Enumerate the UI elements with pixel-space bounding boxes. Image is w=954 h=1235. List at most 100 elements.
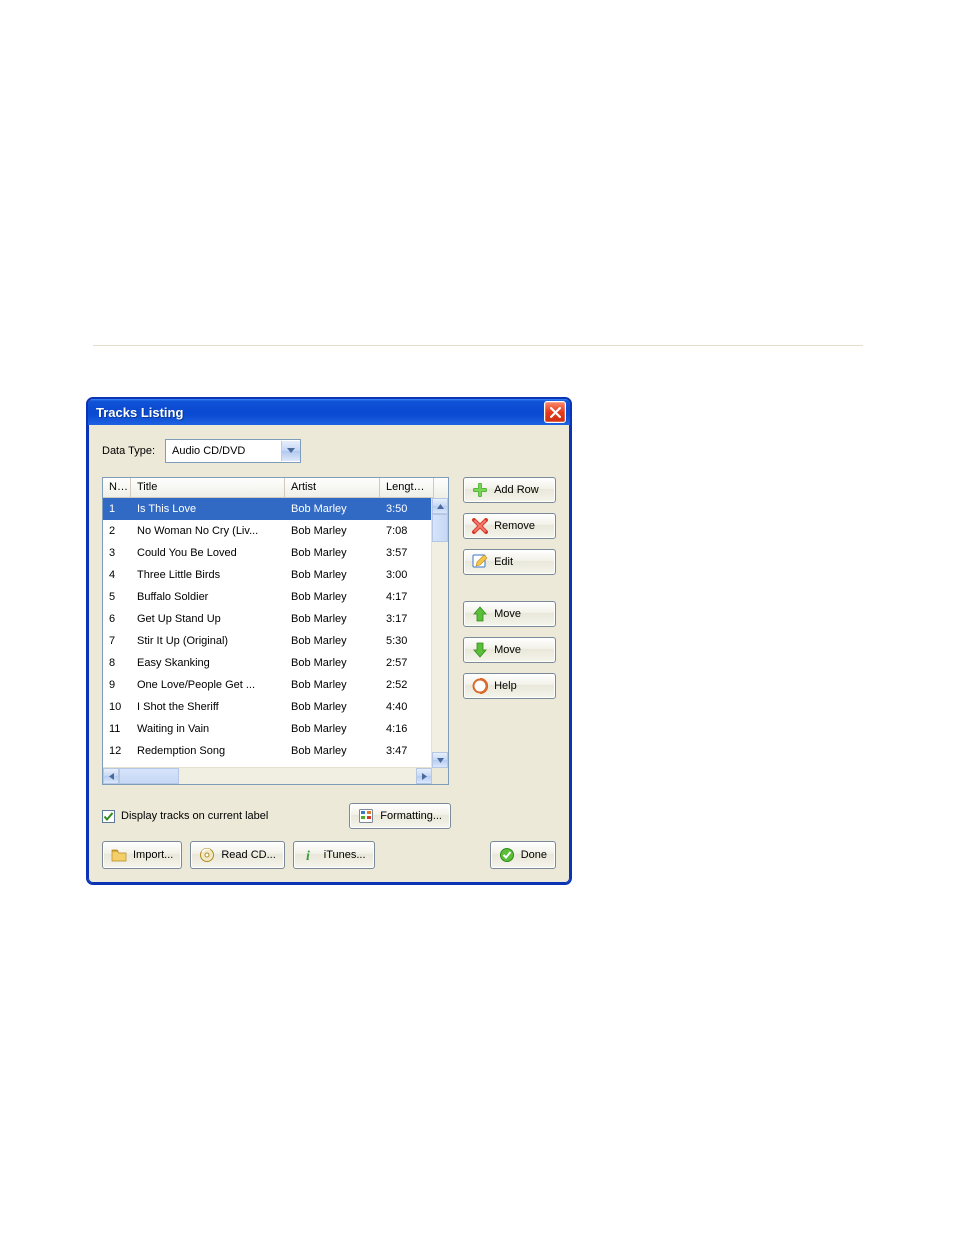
column-header-title[interactable]: Title <box>131 478 285 498</box>
cell-number: 4 <box>103 569 131 581</box>
horizontal-rule <box>93 345 863 346</box>
table-row[interactable]: 10I Shot the SheriffBob Marley4:40 <box>103 696 448 718</box>
cell-length: 2:52 <box>380 679 434 691</box>
side-buttons: Add Row Remove Edit Move Move <box>463 477 556 699</box>
svg-text:i: i <box>306 849 310 863</box>
button-label: Move <box>494 608 521 620</box>
dialog-title: Tracks Listing <box>96 405 183 420</box>
table-row[interactable]: 1Is This LoveBob Marley3:50 <box>103 498 448 520</box>
cell-artist: Bob Marley <box>285 723 380 735</box>
cell-title: I Shot the Sheriff <box>131 701 285 713</box>
remove-button[interactable]: Remove <box>463 513 556 539</box>
display-tracks-checkbox[interactable]: Display tracks on current label <box>102 810 268 823</box>
scroll-left-button[interactable] <box>103 768 119 784</box>
cell-length: 3:17 <box>380 613 434 625</box>
button-label: Import... <box>133 849 173 861</box>
arrow-down-icon <box>437 758 444 763</box>
arrow-up-icon <box>437 504 444 509</box>
move-up-button[interactable]: Move <box>463 601 556 627</box>
scroll-down-button[interactable] <box>432 752 448 768</box>
arrow-left-icon <box>109 773 114 780</box>
table-row[interactable]: 4Three Little BirdsBob Marley3:00 <box>103 564 448 586</box>
table-row[interactable]: 3Could You Be LovedBob Marley3:57 <box>103 542 448 564</box>
import-button[interactable]: Import... <box>102 841 182 869</box>
table-row[interactable]: 12Redemption SongBob Marley3:47 <box>103 740 448 762</box>
close-button[interactable] <box>544 401 566 423</box>
done-button[interactable]: Done <box>490 841 556 869</box>
cell-length: 7:08 <box>380 525 434 537</box>
table-row[interactable]: 7Stir It Up (Original)Bob Marley5:30 <box>103 630 448 652</box>
edit-button[interactable]: Edit <box>463 549 556 575</box>
move-down-button[interactable]: Move <box>463 637 556 663</box>
sort-asc-icon <box>425 484 432 489</box>
table-row[interactable]: 5Buffalo SoldierBob Marley4:17 <box>103 586 448 608</box>
cell-length: 4:17 <box>380 591 434 603</box>
chevron-down-icon <box>281 441 300 461</box>
scroll-corner <box>432 768 448 784</box>
column-header-number[interactable]: N... <box>103 478 131 498</box>
cell-title: Stir It Up (Original) <box>131 635 285 647</box>
itunes-button[interactable]: i iTunes... <box>293 841 375 869</box>
arrow-up-icon <box>472 606 488 622</box>
titlebar[interactable]: Tracks Listing <box>88 399 570 425</box>
cell-artist: Bob Marley <box>285 503 380 515</box>
cell-title: No Woman No Cry (Liv... <box>131 525 285 537</box>
cell-artist: Bob Marley <box>285 547 380 559</box>
data-type-value: Audio CD/DVD <box>172 445 245 457</box>
table-row[interactable]: 2No Woman No Cry (Liv...Bob Marley7:08 <box>103 520 448 542</box>
data-type-combobox[interactable]: Audio CD/DVD <box>165 439 301 463</box>
help-button[interactable]: Help <box>463 673 556 699</box>
button-label: Formatting... <box>380 810 442 822</box>
scroll-thumb[interactable] <box>432 514 448 542</box>
table-row[interactable]: 11Waiting in VainBob Marley4:16 <box>103 718 448 740</box>
checkbox-icon <box>102 810 115 823</box>
cell-artist: Bob Marley <box>285 657 380 669</box>
scroll-right-button[interactable] <box>416 768 432 784</box>
cell-length: 2:57 <box>380 657 434 669</box>
tracks-table[interactable]: N... Title Artist Length 1Is This LoveBo… <box>102 477 449 785</box>
add-row-button[interactable]: Add Row <box>463 477 556 503</box>
table-header[interactable]: N... Title Artist Length <box>103 478 448 498</box>
cell-title: Buffalo Soldier <box>131 591 285 603</box>
cell-title: Easy Skanking <box>131 657 285 669</box>
cell-length: 4:16 <box>380 723 434 735</box>
read-cd-button[interactable]: Read CD... <box>190 841 284 869</box>
button-label: Help <box>494 680 517 692</box>
cell-number: 7 <box>103 635 131 647</box>
formatting-icon <box>358 808 374 824</box>
checkbox-label: Display tracks on current label <box>121 810 268 822</box>
cell-artist: Bob Marley <box>285 679 380 691</box>
close-icon <box>550 407 561 418</box>
cell-title: Three Little Birds <box>131 569 285 581</box>
cell-title: Redemption Song <box>131 745 285 757</box>
cell-artist: Bob Marley <box>285 745 380 757</box>
vertical-scrollbar[interactable] <box>431 498 448 768</box>
check-icon <box>499 847 515 863</box>
cell-title: Get Up Stand Up <box>131 613 285 625</box>
cell-length: 3:47 <box>380 745 434 757</box>
horizontal-scrollbar[interactable] <box>103 767 432 784</box>
info-icon: i <box>302 847 318 863</box>
scroll-thumb[interactable] <box>119 768 179 784</box>
table-row[interactable]: 6Get Up Stand UpBob Marley3:17 <box>103 608 448 630</box>
cell-length: 3:57 <box>380 547 434 559</box>
cell-number: 5 <box>103 591 131 603</box>
cell-length: 4:40 <box>380 701 434 713</box>
scroll-up-button[interactable] <box>432 498 448 514</box>
table-row[interactable]: 8Easy SkankingBob Marley2:57 <box>103 652 448 674</box>
button-label: Remove <box>494 520 535 532</box>
column-header-length[interactable]: Length <box>380 478 434 498</box>
cell-number: 2 <box>103 525 131 537</box>
formatting-button[interactable]: Formatting... <box>349 803 451 829</box>
table-row[interactable]: 9One Love/People Get ...Bob Marley2:52 <box>103 674 448 696</box>
plus-icon <box>472 482 488 498</box>
cell-length: 5:30 <box>380 635 434 647</box>
cell-length: 3:50 <box>380 503 434 515</box>
cell-number: 6 <box>103 613 131 625</box>
cell-artist: Bob Marley <box>285 613 380 625</box>
cell-title: One Love/People Get ... <box>131 679 285 691</box>
cell-number: 8 <box>103 657 131 669</box>
data-type-label: Data Type: <box>102 445 155 457</box>
column-header-artist[interactable]: Artist <box>285 478 380 498</box>
cell-number: 10 <box>103 701 131 713</box>
